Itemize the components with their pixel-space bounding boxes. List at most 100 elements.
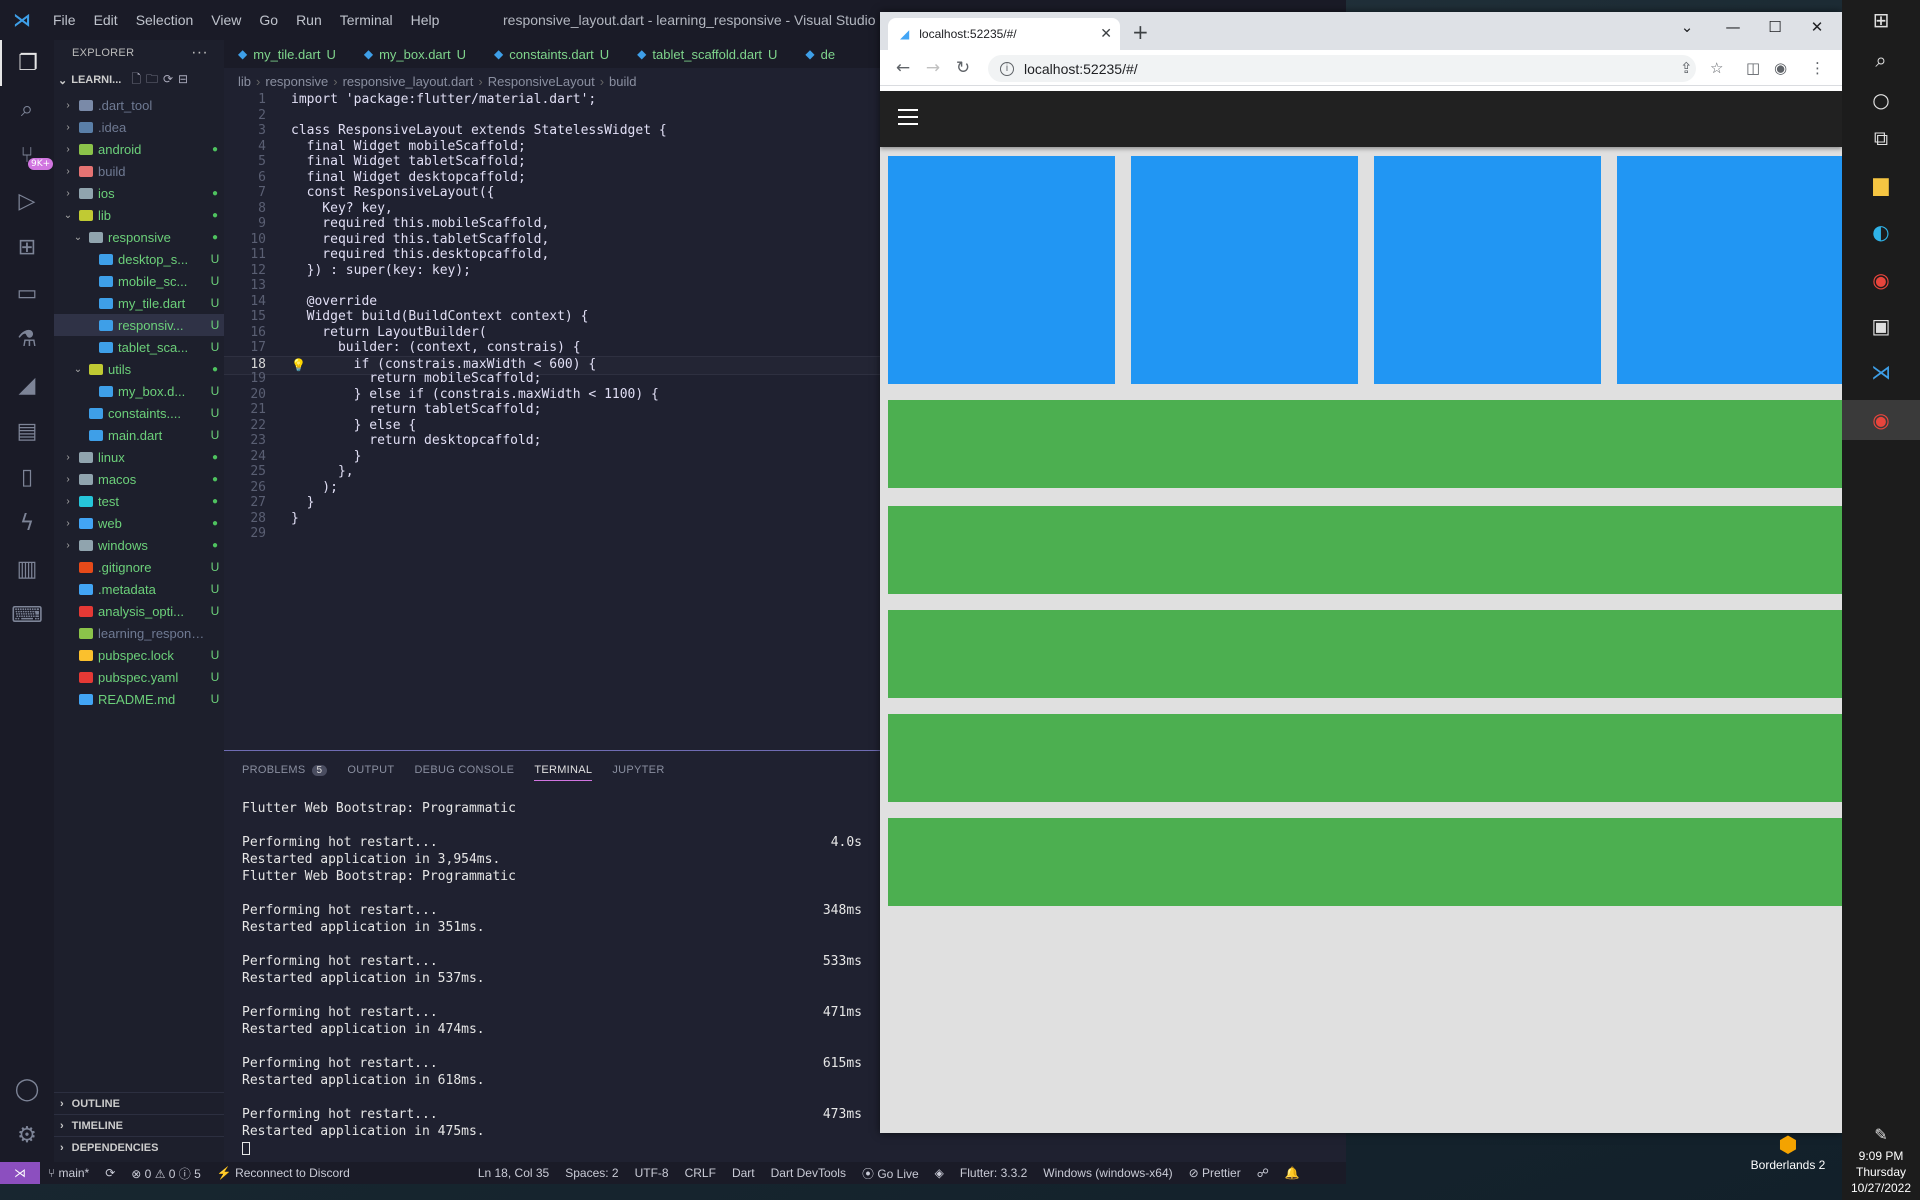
notebook-icon[interactable]: ▯ bbox=[0, 454, 54, 500]
tree-item[interactable]: tablet_sca... U bbox=[54, 336, 224, 358]
terminal-icon[interactable]: ▣ bbox=[1842, 306, 1920, 346]
side-panel-icon[interactable]: ◫ bbox=[1746, 59, 1760, 77]
menu-item-go[interactable]: Go bbox=[250, 12, 287, 28]
new-tab-button[interactable]: + bbox=[1132, 20, 1149, 44]
hamburger-menu-icon[interactable] bbox=[898, 109, 918, 125]
search-icon[interactable]: ⌕ bbox=[0, 86, 54, 132]
panel-tab-jupyter[interactable]: JUPYTER bbox=[612, 760, 664, 780]
breadcrumb-item[interactable]: ResponsiveLayout bbox=[488, 74, 595, 89]
tab-search-icon[interactable]: ⌄ bbox=[1664, 18, 1710, 44]
tree-item[interactable]: pubspec.lock U bbox=[54, 644, 224, 666]
panel-tab-debug-console[interactable]: DEBUG CONSOLE bbox=[414, 760, 514, 780]
flutter-icon[interactable]: ◈ bbox=[927, 1166, 952, 1180]
section-outline[interactable]: › OUTLINE bbox=[54, 1092, 224, 1114]
tree-item[interactable]: › web ● bbox=[54, 512, 224, 534]
tree-item[interactable]: ⌄ responsive ● bbox=[54, 226, 224, 248]
menu-item-file[interactable]: File bbox=[44, 12, 85, 28]
run-debug-icon[interactable]: ▷ bbox=[0, 178, 54, 224]
breadcrumb-item[interactable]: responsive_layout.dart bbox=[343, 74, 474, 89]
panel-tab-problems[interactable]: PROBLEMS 5 bbox=[242, 760, 328, 780]
indentation-status[interactable]: Spaces: 2 bbox=[557, 1166, 626, 1180]
close-window-button[interactable]: ✕ bbox=[1794, 18, 1840, 44]
tree-item[interactable]: main.dart U bbox=[54, 424, 224, 446]
tree-item[interactable]: › linux ● bbox=[54, 446, 224, 468]
browser-tab[interactable]: ◢ localhost:52235/#/ ✕ bbox=[888, 18, 1120, 50]
terminal-output[interactable]: Flutter Web Bootstrap: Programmatic Perfo… bbox=[242, 801, 862, 1158]
menu-item-edit[interactable]: Edit bbox=[85, 12, 127, 28]
database-icon[interactable]: ▥ bbox=[0, 546, 54, 592]
terminal-icon[interactable]: ⌨ bbox=[0, 592, 54, 638]
encoding-status[interactable]: UTF-8 bbox=[627, 1166, 677, 1180]
testing-icon[interactable]: ⚗ bbox=[0, 316, 54, 362]
editor-tab[interactable]: ◆ constaints.dart U bbox=[480, 40, 623, 68]
extensions-icon[interactable]: ⊞ bbox=[0, 224, 54, 270]
chrome-menu-icon[interactable]: ⋮ bbox=[1810, 59, 1825, 77]
vscode-icon[interactable]: ⋊ bbox=[1842, 352, 1920, 392]
branch-status[interactable]: ⑂ main* bbox=[40, 1166, 97, 1180]
profile-avatar-icon[interactable]: ◉ bbox=[1774, 59, 1787, 77]
devtools-status[interactable]: Dart DevTools bbox=[763, 1166, 854, 1180]
language-status[interactable]: Dart bbox=[724, 1166, 763, 1180]
tree-item[interactable]: › build bbox=[54, 160, 224, 182]
device-status[interactable]: Windows (windows-x64) bbox=[1035, 1166, 1180, 1180]
menu-item-terminal[interactable]: Terminal bbox=[331, 12, 402, 28]
menu-item-run[interactable]: Run bbox=[287, 12, 331, 28]
editor-tab[interactable]: ◆ de bbox=[791, 40, 855, 68]
more-actions-icon[interactable]: ··· bbox=[191, 44, 208, 62]
tree-item[interactable]: README.md U bbox=[54, 688, 224, 710]
forward-arrow-icon[interactable]: → bbox=[918, 58, 948, 78]
share-icon[interactable]: ⇪ bbox=[1680, 59, 1693, 77]
flutter-icon[interactable]: ◢ bbox=[0, 362, 54, 408]
flutter-version-status[interactable]: Flutter: 3.3.2 bbox=[952, 1166, 1035, 1180]
eol-status[interactable]: CRLF bbox=[677, 1166, 724, 1180]
tree-item[interactable]: constaints.... U bbox=[54, 402, 224, 424]
editor-tab[interactable]: ◆ tablet_scaffold.dart U bbox=[623, 40, 791, 68]
panel-tab-terminal[interactable]: TERMINAL bbox=[534, 760, 593, 781]
tree-item[interactable]: pubspec.yaml U bbox=[54, 666, 224, 688]
cursor-position[interactable]: Ln 18, Col 35 bbox=[470, 1166, 557, 1180]
remote-indicator-button[interactable]: ⋊ bbox=[0, 1162, 40, 1184]
section-dependencies[interactable]: › DEPENDENCIES bbox=[54, 1136, 224, 1158]
go-live-status[interactable]: ⦿ Go Live bbox=[854, 1165, 927, 1182]
windows-start-icon[interactable]: ⊞ bbox=[1842, 0, 1920, 40]
explorer-icon[interactable]: ❐ bbox=[0, 40, 54, 86]
menu-item-help[interactable]: Help bbox=[402, 12, 449, 28]
tree-item[interactable]: .metadata U bbox=[54, 578, 224, 600]
tree-item[interactable]: learning_responsi... bbox=[54, 622, 224, 644]
source-control-icon[interactable]: ⑂ 9K+ bbox=[0, 132, 54, 178]
back-arrow-icon[interactable]: ← bbox=[888, 58, 918, 78]
tree-item[interactable]: ⌄ lib ● bbox=[54, 204, 224, 226]
problems-status[interactable]: ⊗ 0 ⚠ 0 ⓘ 5 bbox=[123, 1165, 209, 1182]
prettier-status[interactable]: ⊘ Prettier bbox=[1181, 1166, 1249, 1180]
code-line[interactable]: 29 bbox=[224, 526, 880, 545]
feedback-icon[interactable]: ☍ bbox=[1249, 1166, 1277, 1180]
tree-item[interactable]: ⌄ utils ● bbox=[54, 358, 224, 380]
breadcrumb-item[interactable]: lib bbox=[238, 74, 251, 89]
notifications-bell-icon[interactable]: 🔔 bbox=[1277, 1166, 1308, 1180]
tree-item[interactable]: › .idea bbox=[54, 116, 224, 138]
breadcrumb-item[interactable]: responsive bbox=[265, 74, 328, 89]
project-folder-row[interactable]: ⌄ LEARNI... 🗋🗀⟳⊟ bbox=[54, 70, 224, 90]
tree-item[interactable]: analysis_opti... U bbox=[54, 600, 224, 622]
bookmark-star-icon[interactable]: ☆ bbox=[1710, 59, 1723, 77]
address-bar[interactable]: i localhost:52235/#/ bbox=[988, 55, 1696, 82]
system-clock[interactable]: 9:09 PM Thursday 10/27/2022 bbox=[1842, 1148, 1920, 1196]
sync-icon[interactable]: ⟳ bbox=[97, 1166, 123, 1180]
chrome-canary-icon[interactable]: ◉ bbox=[1842, 260, 1920, 300]
panel-icon[interactable]: ▤ bbox=[0, 408, 54, 454]
section-timeline[interactable]: › TIMELINE bbox=[54, 1114, 224, 1136]
tree-item[interactable]: › ios ● bbox=[54, 182, 224, 204]
site-info-icon[interactable]: i bbox=[1000, 61, 1014, 76]
menu-item-view[interactable]: View bbox=[202, 12, 250, 28]
tree-item[interactable]: › .dart_tool bbox=[54, 94, 224, 116]
settings-gear-icon[interactable]: ⚙ bbox=[0, 1112, 54, 1158]
reload-icon[interactable]: ↻ bbox=[948, 58, 978, 78]
tree-item[interactable]: .gitignore U bbox=[54, 556, 224, 578]
lightning-icon[interactable]: ϟ bbox=[0, 500, 54, 546]
breadcrumb-item[interactable]: build bbox=[609, 74, 636, 89]
edge-icon[interactable]: ◐ bbox=[1842, 212, 1920, 252]
editor-tab[interactable]: ◆ my_tile.dart U bbox=[224, 40, 350, 68]
panel-tab-output[interactable]: OUTPUT bbox=[347, 760, 394, 780]
terminal-cursor[interactable] bbox=[242, 1141, 862, 1158]
tree-item[interactable]: › windows ● bbox=[54, 534, 224, 556]
